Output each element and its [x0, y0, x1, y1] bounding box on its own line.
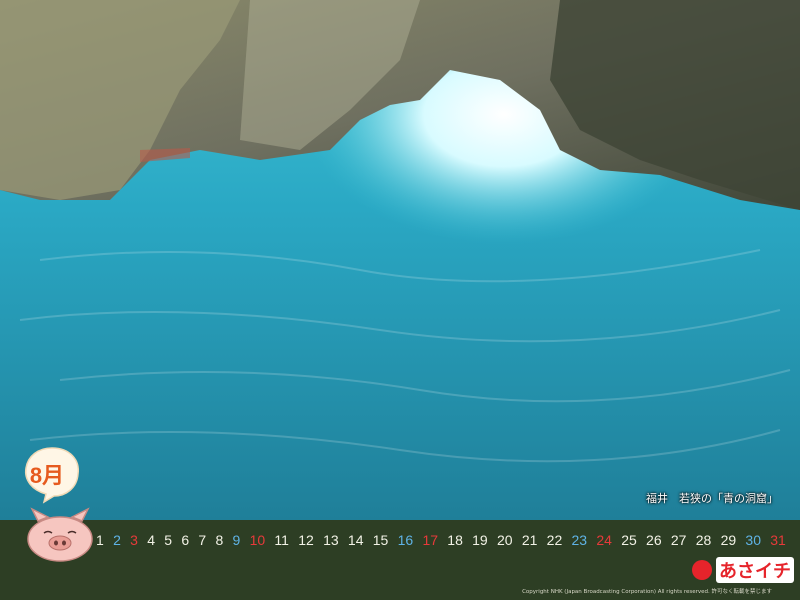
calendar-day: 10	[249, 532, 266, 548]
calendar-day: 2	[113, 532, 121, 548]
calendar-day: 18	[447, 532, 463, 548]
calendar-day: 17	[422, 532, 439, 548]
calendar-day: 12	[298, 532, 314, 548]
calendar-day: 25	[621, 532, 637, 548]
copyright-text: Copyright NHK (Japan Broadcasting Corpor…	[522, 589, 772, 595]
calendar-day: 14	[347, 532, 364, 548]
calendar-day: 8	[215, 532, 224, 548]
calendar-day: 7	[198, 532, 207, 548]
calendar-day: 16	[397, 532, 414, 548]
calendar-day: 30	[745, 532, 761, 548]
calendar-day: 19	[472, 532, 488, 548]
calendar-day: 3	[130, 532, 138, 548]
calendar-day: 20	[496, 532, 513, 548]
calendar-day: 1	[96, 532, 104, 548]
calendar-day: 28	[695, 532, 712, 548]
calendar-day: 26	[646, 532, 662, 548]
calendar-day: 29	[720, 532, 737, 548]
calendar-day: 24	[596, 532, 612, 548]
calendar-day: 9	[232, 532, 241, 548]
calendar-day: 21	[521, 532, 538, 548]
month-label: 8月	[29, 463, 65, 488]
photo-caption: 福井 若狭の「青の洞窟」	[646, 492, 778, 505]
calendar-day: 5	[164, 532, 173, 548]
calendar-day: 6	[181, 532, 190, 548]
pig-mascot-icon	[27, 507, 93, 562]
calendar-day: 22	[546, 532, 563, 548]
nhk-badge-icon	[692, 560, 712, 580]
cave-photo	[0, 0, 800, 520]
calendar-day: 23	[571, 532, 588, 548]
calendar-day: 11	[274, 532, 289, 548]
logo-text: あさイチ	[716, 557, 794, 583]
calendar-day: 27	[670, 532, 687, 548]
asaichi-logo: あさイチ	[692, 557, 794, 583]
calendar-day: 15	[372, 532, 389, 548]
calendar-days: 1 2 3 4 5 6 7 8 9 10 11 12 13 14 15 16 17 18 19 20 21 22 23 24 2…	[96, 532, 786, 548]
calendar-day: 13	[323, 532, 339, 548]
calendar-day: 4	[147, 532, 155, 548]
calendar-day: 31	[770, 532, 786, 548]
